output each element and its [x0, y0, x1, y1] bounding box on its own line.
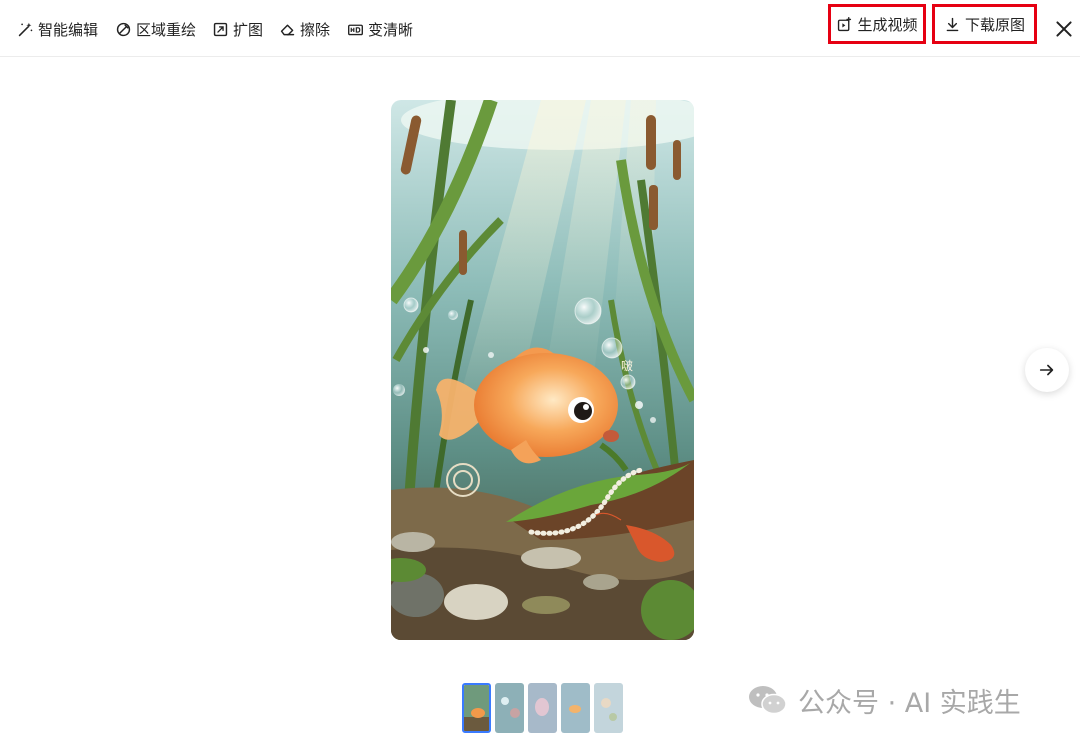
- wechat-icon: [749, 686, 787, 715]
- watermark: 公众号 · AI 实践生: [748, 680, 1021, 720]
- toolbar: 智能编辑 区域重绘 扩图 擦除 变清晰 生成视频 下载原图: [0, 0, 1080, 57]
- expand-image-button[interactable]: 扩图: [212, 18, 263, 40]
- thumbnail-1[interactable]: [462, 683, 491, 733]
- generate-video-label: 生成视频: [857, 15, 918, 34]
- erase-label: 擦除: [300, 20, 331, 39]
- expand-icon: [213, 22, 228, 36]
- region-redraw-label: 区域重绘: [136, 20, 197, 39]
- region-redraw-button[interactable]: 区域重绘: [115, 18, 196, 40]
- thumbnail-strip: [462, 683, 623, 733]
- goldfish-underwater-illustration: 啵: [391, 100, 694, 640]
- bubble-sound-text: 啵: [621, 359, 633, 373]
- enhance-clarity-label: 变清晰: [368, 20, 414, 39]
- smart-edit-button[interactable]: 智能编辑: [17, 18, 98, 40]
- arrow-right-icon: [1039, 364, 1054, 376]
- next-image-button[interactable]: [1025, 348, 1069, 392]
- region-redraw-icon: [116, 22, 131, 36]
- hd-icon: [348, 24, 363, 35]
- watermark-text: 公众号 · AI 实践生: [798, 687, 1021, 719]
- download-original-button[interactable]: 下载原图: [932, 4, 1037, 44]
- thumbnail-4[interactable]: [561, 683, 590, 733]
- thumbnail-2[interactable]: [495, 683, 524, 733]
- thumbnail-3[interactable]: [528, 683, 557, 733]
- preview-image: 啵: [391, 100, 694, 640]
- smart-edit-label: 智能编辑: [38, 20, 99, 39]
- download-icon: [946, 17, 959, 31]
- generate-video-button[interactable]: 生成视频: [828, 4, 926, 44]
- thumbnail-5[interactable]: [594, 683, 623, 733]
- close-icon[interactable]: [1053, 18, 1075, 40]
- eraser-icon: [280, 24, 295, 35]
- download-original-label: 下载原图: [964, 15, 1025, 34]
- video-add-icon: [838, 16, 852, 31]
- erase-button[interactable]: 擦除: [279, 18, 330, 40]
- enhance-clarity-button[interactable]: 变清晰: [347, 18, 413, 40]
- magic-wand-icon: [18, 22, 33, 36]
- expand-image-label: 扩图: [233, 20, 264, 39]
